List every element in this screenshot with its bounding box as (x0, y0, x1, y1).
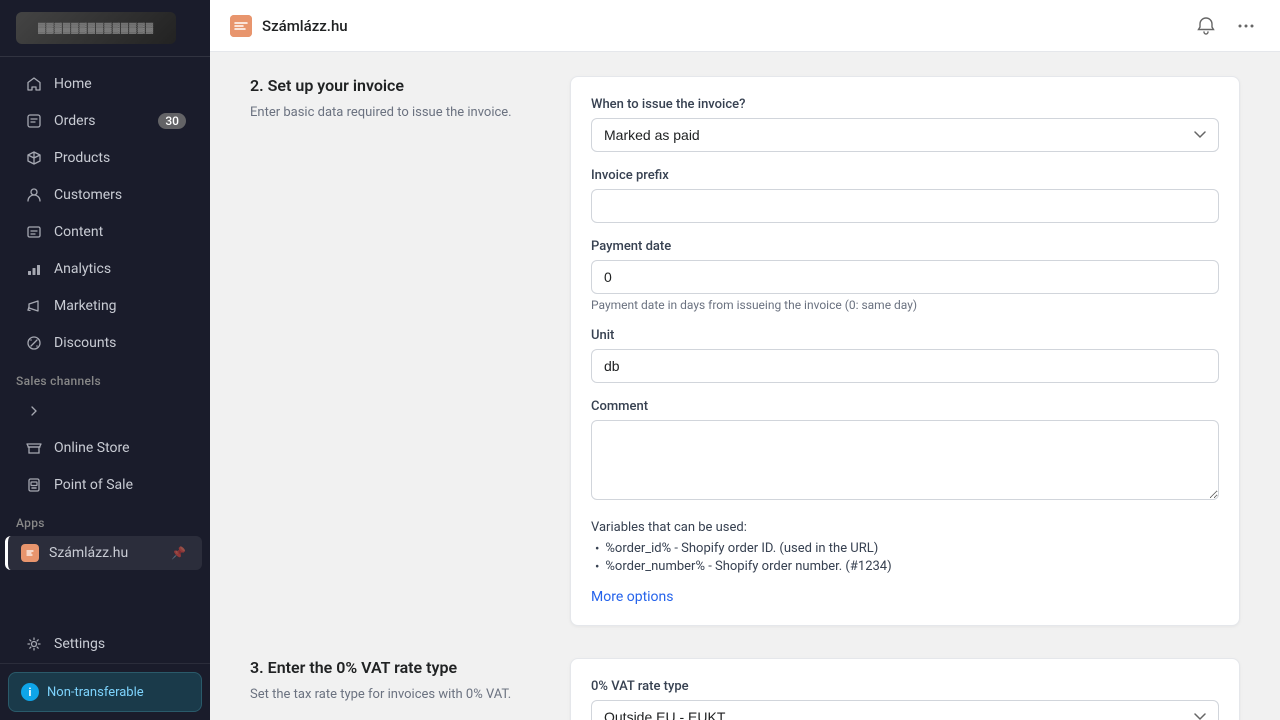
sidebar-item-content-label: Content (54, 224, 186, 240)
sidebar-item-home[interactable]: Home (8, 66, 202, 102)
sidebar-item-szamlazz-label: Számlázz.hu (49, 545, 167, 561)
invoice-prefix-label: Invoice prefix (591, 168, 1219, 183)
sidebar-item-analytics-label: Analytics (54, 261, 186, 277)
variables-title: Variables that can be used: (591, 520, 1219, 535)
vat-rate-type-group: 0% VAT rate type Outside EU - EUKT Domes… (591, 679, 1219, 720)
topbar-right (1192, 12, 1260, 40)
section-3-description: Set the tax rate type for invoices with … (250, 685, 530, 705)
sidebar-item-settings[interactable]: Settings (8, 626, 202, 662)
sidebar-item-online-store[interactable]: Online Store (8, 430, 202, 466)
main-area: Számlázz.hu 2. Set up your inv (210, 0, 1280, 720)
content-area: 2. Set up your invoice Enter basic data … (210, 52, 1280, 720)
topbar-left: Számlázz.hu (230, 15, 348, 37)
sidebar-logo-area: ▓▓▓▓▓▓▓▓▓▓▓▓▓▓ (0, 0, 210, 57)
vat-rate-type-select[interactable]: Outside EU - EUKT Domestic reverse charg… (591, 700, 1219, 720)
variables-section: Variables that can be used: • %order_id%… (591, 520, 1219, 575)
logo-text: ▓▓▓▓▓▓▓▓▓▓▓▓▓▓ (38, 23, 154, 34)
sidebar-item-home-label: Home (54, 76, 186, 92)
sidebar-item-customers[interactable]: Customers (8, 177, 202, 213)
szamlazz-app-icon (21, 544, 39, 562)
payment-date-label: Payment date (591, 239, 1219, 254)
orders-icon (24, 111, 44, 131)
section-2-left: 2. Set up your invoice Enter basic data … (250, 76, 530, 626)
bullet-1: • (595, 542, 599, 557)
unit-label: Unit (591, 328, 1219, 343)
sidebar-item-orders-label: Orders (54, 113, 158, 129)
when-to-issue-label: When to issue the invoice? (591, 97, 1219, 112)
invoice-prefix-group: Invoice prefix (591, 168, 1219, 223)
section-3-left: 3. Enter the 0% VAT rate type Set the ta… (250, 658, 530, 720)
comment-textarea[interactable] (591, 420, 1219, 500)
analytics-icon (24, 259, 44, 279)
section-2-title: 2. Set up your invoice (250, 76, 530, 95)
comment-label: Comment (591, 399, 1219, 414)
sidebar-item-szamlazz[interactable]: Számlázz.hu 📌 (5, 536, 202, 570)
topbar: Számlázz.hu (210, 0, 1280, 52)
sidebar-item-online-store-label: Online Store (54, 440, 186, 456)
logo: ▓▓▓▓▓▓▓▓▓▓▓▓▓▓ (16, 12, 176, 44)
sidebar: ▓▓▓▓▓▓▓▓▓▓▓▓▓▓ Home Orders 30 (0, 0, 210, 720)
sidebar-item-analytics[interactable]: Analytics (8, 251, 202, 287)
variable-1-text: %order_id% - Shopify order ID. (used in … (605, 541, 878, 556)
invoice-prefix-input[interactable] (591, 189, 1219, 223)
sidebar-item-discounts-label: Discounts (54, 335, 186, 351)
sidebar-item-customers-label: Customers (54, 187, 186, 203)
bullet-2: • (595, 560, 599, 575)
info-icon: i (21, 683, 39, 701)
unit-group: Unit (591, 328, 1219, 383)
topbar-title: Számlázz.hu (262, 17, 348, 35)
variable-item-1: • %order_id% - Shopify order ID. (used i… (591, 541, 1219, 557)
vat-rate-type-label: 0% VAT rate type (591, 679, 1219, 694)
chevron-right-icon (24, 401, 44, 421)
section-2-card: When to issue the invoice? Marked as pai… (570, 76, 1240, 626)
sidebar-item-marketing[interactable]: Marketing (8, 288, 202, 324)
products-icon (24, 148, 44, 168)
variable-2-text: %order_number% - Shopify order number. (… (605, 559, 891, 574)
comment-group: Comment (591, 399, 1219, 504)
payment-date-group: Payment date Payment date in days from i… (591, 239, 1219, 312)
sidebar-item-orders[interactable]: Orders 30 (8, 103, 202, 139)
customers-icon (24, 185, 44, 205)
settings-icon (24, 634, 44, 654)
payment-date-hint: Payment date in days from issueing the i… (591, 298, 1219, 312)
sidebar-nav: Home Orders 30 Products (0, 57, 210, 625)
sidebar-item-products-label: Products (54, 150, 186, 166)
section-3-row: 3. Enter the 0% VAT rate type Set the ta… (250, 658, 1240, 720)
sidebar-item-marketing-label: Marketing (54, 298, 186, 314)
marketing-icon (24, 296, 44, 316)
sidebar-item-settings-label: Settings (54, 636, 186, 652)
more-options-link[interactable]: More options (591, 589, 674, 605)
sidebar-item-products[interactable]: Products (8, 140, 202, 176)
bell-button[interactable] (1192, 12, 1220, 40)
sidebar-bottom: i Non-transferable (0, 663, 210, 720)
pin-icon: 📌 (171, 546, 186, 560)
sidebar-item-content[interactable]: Content (8, 214, 202, 250)
sales-channels-section-title: Sales channels (0, 362, 210, 392)
section-2-row: 2. Set up your invoice Enter basic data … (250, 76, 1240, 626)
store-icon (24, 438, 44, 458)
home-icon (24, 74, 44, 94)
topbar-app-icon (230, 15, 252, 37)
payment-date-input[interactable] (591, 260, 1219, 294)
sidebar-item-discounts[interactable]: Discounts (8, 325, 202, 361)
content-icon (24, 222, 44, 242)
pos-icon (24, 475, 44, 495)
more-button[interactable] (1232, 12, 1260, 40)
when-to-issue-select[interactable]: Marked as paid Order created Order fulfi… (591, 118, 1219, 152)
unit-input[interactable] (591, 349, 1219, 383)
section-2-description: Enter basic data required to issue the i… (250, 103, 530, 123)
section-3-title: 3. Enter the 0% VAT rate type (250, 658, 530, 677)
sidebar-item-pos-label: Point of Sale (54, 477, 186, 493)
apps-section-title: Apps (0, 504, 210, 534)
variable-item-2: • %order_number% - Shopify order number.… (591, 559, 1219, 575)
when-to-issue-group: When to issue the invoice? Marked as pai… (591, 97, 1219, 152)
section-3-card: 0% VAT rate type Outside EU - EUKT Domes… (570, 658, 1240, 720)
orders-badge: 30 (158, 113, 186, 129)
sidebar-item-sales-channels-toggle[interactable] (8, 393, 202, 429)
discounts-icon (24, 333, 44, 353)
sidebar-item-pos[interactable]: Point of Sale (8, 467, 202, 503)
non-transferable-box: i Non-transferable (8, 672, 202, 712)
non-transferable-label: Non-transferable (47, 685, 144, 700)
